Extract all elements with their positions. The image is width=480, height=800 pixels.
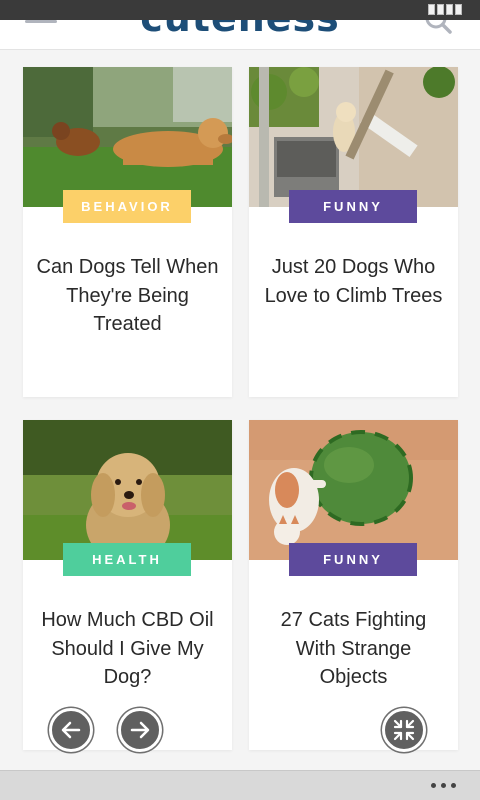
collapse-icon xyxy=(393,719,415,741)
article-title[interactable]: 27 Cats Fighting With Strange Objects xyxy=(261,606,446,692)
category-badge[interactable]: HEALTH xyxy=(63,543,191,576)
arrow-right-icon xyxy=(130,721,150,739)
signal-icon xyxy=(428,4,462,15)
category-badge[interactable]: BEHAVIOR xyxy=(63,190,191,223)
article-image-doodle-dog[interactable] xyxy=(23,420,232,560)
article-card-dogs-trees[interactable]: FUNNY Just 20 Dogs Who Love to Climb Tre… xyxy=(249,67,458,397)
article-image-cat-watermelon[interactable] xyxy=(249,420,458,560)
back-button[interactable] xyxy=(49,708,93,752)
category-badge[interactable]: FUNNY xyxy=(289,543,417,576)
site-header: cuteness xyxy=(0,20,480,50)
category-badge[interactable]: FUNNY xyxy=(289,190,417,223)
site-logo[interactable]: cuteness xyxy=(0,20,480,40)
collapse-button[interactable] xyxy=(382,708,426,752)
article-image-dog-tree[interactable] xyxy=(249,67,458,207)
article-title[interactable]: How Much CBD Oil Should I Give My Dog? xyxy=(35,606,220,692)
article-image-dogs-grass[interactable] xyxy=(23,67,232,207)
article-card-dogs-treated[interactable]: BEHAVIOR Can Dogs Tell When They're Bein… xyxy=(23,67,232,397)
article-title[interactable]: Can Dogs Tell When They're Being Treated xyxy=(35,253,220,339)
search-icon[interactable] xyxy=(424,20,452,34)
article-card-cbd-oil[interactable]: HEALTH How Much CBD Oil Should I Give My… xyxy=(23,420,232,750)
browser-bottom-bar xyxy=(0,770,480,800)
article-title[interactable]: Just 20 Dogs Who Love to Climb Trees xyxy=(261,253,446,310)
arrow-left-icon xyxy=(61,721,81,739)
forward-button[interactable] xyxy=(118,708,162,752)
article-card-cats-fighting[interactable]: FUNNY 27 Cats Fighting With Strange Obje… xyxy=(249,420,458,750)
more-icon[interactable] xyxy=(431,783,456,788)
status-bar xyxy=(0,0,480,20)
